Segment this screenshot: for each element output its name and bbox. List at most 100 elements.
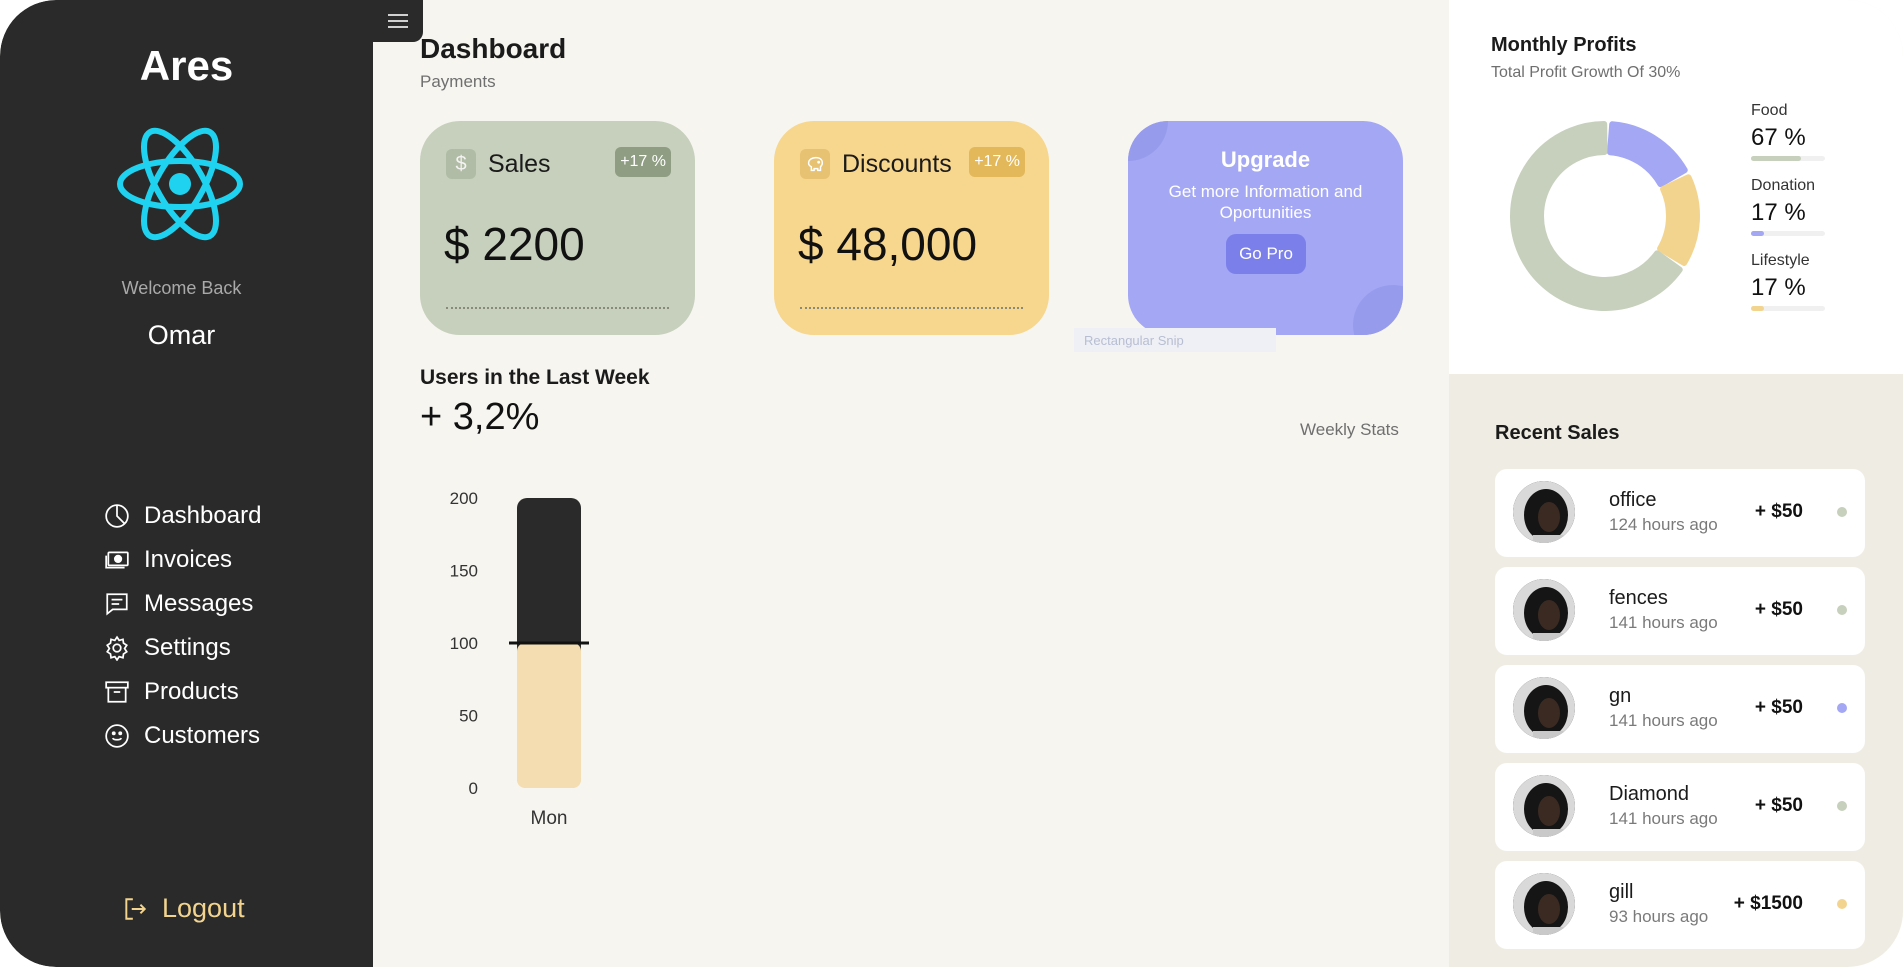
sale-amount: + $50: [1754, 501, 1803, 522]
status-dot: [1837, 703, 1847, 713]
message-icon: [106, 593, 128, 616]
snip-overlay-label: Rectangular Snip: [1074, 328, 1276, 352]
discounts-value: $ 48,000: [798, 218, 978, 270]
sales-card[interactable]: $ Sales +17 % $ 2200: [420, 121, 695, 335]
gear-icon: [106, 635, 128, 661]
recent-sales-title: Recent Sales: [1495, 422, 1620, 444]
sidebar-item-messages[interactable]: Messages: [104, 582, 261, 626]
sales-card-header: $ Sales: [446, 149, 551, 179]
status-dot: [1837, 801, 1847, 811]
list-item[interactable]: fences 141 hours ago + $50: [1495, 567, 1865, 655]
sidebar: Ares Welcome Back Omar Dashboard Invoice…: [0, 0, 373, 967]
sidebar-item-settings[interactable]: Settings: [104, 626, 261, 670]
sale-name: gn: [1609, 685, 1632, 707]
logout-label: Logout: [162, 893, 245, 923]
sale-time: 141 hours ago: [1609, 613, 1718, 632]
sales-divider: [446, 307, 669, 309]
legend-item-lifestyle: Lifestyle 17 %: [1751, 252, 1825, 327]
y-tick-label: 0: [469, 779, 478, 798]
profits-title: Monthly Profits: [1491, 34, 1637, 56]
logout-icon: [125, 897, 147, 920]
sales-badge: +17 %: [615, 147, 671, 177]
list-item[interactable]: gn 141 hours ago + $50: [1495, 665, 1865, 753]
discounts-card-label: Discounts: [842, 149, 952, 178]
sidebar-nav: Dashboard Invoices Messages Settings Pro…: [104, 494, 261, 758]
page-title: Dashboard: [420, 33, 567, 64]
menu-toggle-button[interactable]: [373, 0, 423, 42]
weekly-users-chart: 200 150 100 50 0 Mon: [450, 489, 589, 829]
legend-item-food: Food 67 %: [1751, 102, 1825, 177]
sale-time: 141 hours ago: [1609, 809, 1718, 828]
legend-name: Donation: [1751, 177, 1816, 194]
upgrade-decoration: [1353, 285, 1403, 335]
archive-box-icon: [105, 681, 129, 703]
pie-chart-icon: [105, 504, 129, 528]
cash-icon: [105, 551, 129, 569]
weekly-stats-link[interactable]: Weekly Stats: [1300, 420, 1399, 440]
sidebar-item-label: Products: [144, 678, 239, 705]
legend-bar-fill: [1751, 231, 1764, 236]
discounts-card[interactable]: Discounts +17 % $ 48,000: [774, 121, 1049, 335]
dollar-icon: $: [446, 149, 476, 179]
sales-card-label: Sales: [488, 149, 551, 178]
discounts-badge: +17 %: [969, 147, 1025, 177]
sidebar-item-dashboard[interactable]: Dashboard: [104, 494, 261, 538]
sale-time: 141 hours ago: [1609, 711, 1718, 730]
sidebar-item-products[interactable]: Products: [104, 670, 261, 714]
legend-value: 67 %: [1751, 124, 1806, 151]
legend-bar-fill: [1751, 156, 1801, 161]
avatar: [1513, 873, 1575, 935]
list-item[interactable]: gill 93 hours ago + $1500: [1495, 861, 1865, 949]
logout-button[interactable]: Logout: [122, 893, 245, 924]
y-tick-label: 100: [450, 634, 478, 653]
legend-bar-fill: [1751, 306, 1764, 311]
legend-bar: [1751, 156, 1825, 161]
sale-amount: + $50: [1754, 599, 1803, 620]
status-dot: [1837, 605, 1847, 615]
legend-item-donation: Donation 17 %: [1751, 177, 1825, 252]
profits-subtitle: Total Profit Growth Of 30%: [1491, 64, 1681, 81]
welcome-text: Welcome Back: [121, 278, 242, 298]
page-subtitle: Payments: [420, 72, 496, 91]
legend-bar: [1751, 306, 1825, 311]
avatar: [1513, 677, 1575, 739]
hamburger-icon: [388, 14, 408, 28]
list-item[interactable]: office 124 hours ago + $50: [1495, 469, 1865, 557]
app-window: Ares Welcome Back Omar Dashboard Invoice…: [0, 0, 1903, 967]
upgrade-title: Upgrade: [1220, 147, 1311, 172]
go-pro-button[interactable]: Go Pro: [1226, 234, 1306, 274]
piggy-bank-icon: [800, 149, 830, 179]
upgrade-text: Get more Information and Oportunities: [1168, 182, 1363, 222]
avatar: [1513, 481, 1575, 543]
discounts-divider: [800, 307, 1023, 309]
sale-time: 124 hours ago: [1609, 515, 1718, 534]
status-dot: [1837, 507, 1847, 517]
avatar: [1513, 579, 1575, 641]
smiley-icon: [105, 724, 129, 748]
sale-time: 93 hours ago: [1609, 907, 1709, 926]
y-tick-label: 200: [450, 489, 478, 508]
legend-name: Lifestyle: [1751, 252, 1810, 269]
sidebar-item-label: Settings: [144, 634, 231, 661]
users-title: Users in the Last Week: [420, 366, 650, 389]
sale-name: office: [1609, 489, 1657, 511]
user-name: Omar: [147, 320, 216, 350]
sidebar-item-label: Dashboard: [144, 502, 262, 529]
y-tick-label: 150: [450, 562, 478, 581]
profits-donut-chart: [1510, 121, 1700, 311]
list-item[interactable]: Diamond 141 hours ago + $50: [1495, 763, 1865, 851]
react-logo-icon: [117, 127, 243, 241]
donut-slice-donation: [1607, 121, 1688, 188]
legend-value: 17 %: [1751, 199, 1806, 226]
discounts-card-header: Discounts: [800, 149, 952, 179]
sidebar-item-customers[interactable]: Customers: [104, 714, 261, 758]
legend-bar: [1751, 231, 1825, 236]
avatar: [1513, 775, 1575, 837]
bar-lower: [517, 643, 581, 788]
sidebar-item-label: Invoices: [144, 546, 233, 573]
donut-slice-lifestyle: [1657, 174, 1700, 266]
sidebar-item-invoices[interactable]: Invoices: [104, 538, 261, 582]
sales-value: $ 2200: [444, 218, 585, 270]
sale-name: Diamond: [1609, 783, 1690, 805]
x-tick-label: Mon: [531, 808, 568, 829]
